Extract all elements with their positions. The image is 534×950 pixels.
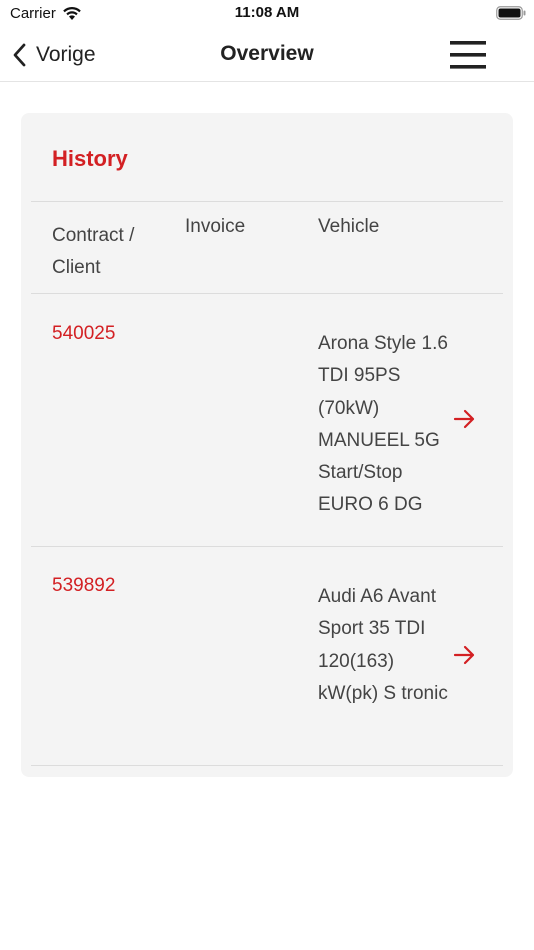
arrow-right-icon[interactable] xyxy=(451,643,479,667)
column-header-contract: Contract / Client xyxy=(52,225,135,278)
table-row[interactable]: 539892 Audi A6 Avant Sport 35 TDI 120(16… xyxy=(31,547,503,765)
column-header-vehicle: Vehicle xyxy=(318,216,380,237)
battery-icon xyxy=(496,6,526,20)
navigation-bar: Vorige Overview xyxy=(0,30,534,82)
vehicle-description: Arona Style 1.6 TDI 95PS (70kW) MANUEEL … xyxy=(318,333,448,516)
arrow-right-icon[interactable] xyxy=(451,407,479,431)
history-card: History Contract / Client Invoice Vehicl… xyxy=(21,113,513,777)
divider xyxy=(31,765,503,766)
contract-number: 539892 xyxy=(52,575,116,596)
history-title: History xyxy=(52,146,128,171)
vehicle-description: Audi A6 Avant Sport 35 TDI 120(163) kW(p… xyxy=(318,586,448,704)
status-time: 11:08 AM xyxy=(234,4,300,21)
table-row[interactable]: 540025 Arona Style 1.6 TDI 95PS (70kW) M… xyxy=(31,294,503,546)
contract-number: 540025 xyxy=(52,323,116,344)
status-bar: Carrier 11:08 AM xyxy=(0,0,534,30)
divider xyxy=(31,201,503,202)
hamburger-menu-icon[interactable] xyxy=(450,39,486,71)
column-header-invoice: Invoice xyxy=(185,216,246,237)
